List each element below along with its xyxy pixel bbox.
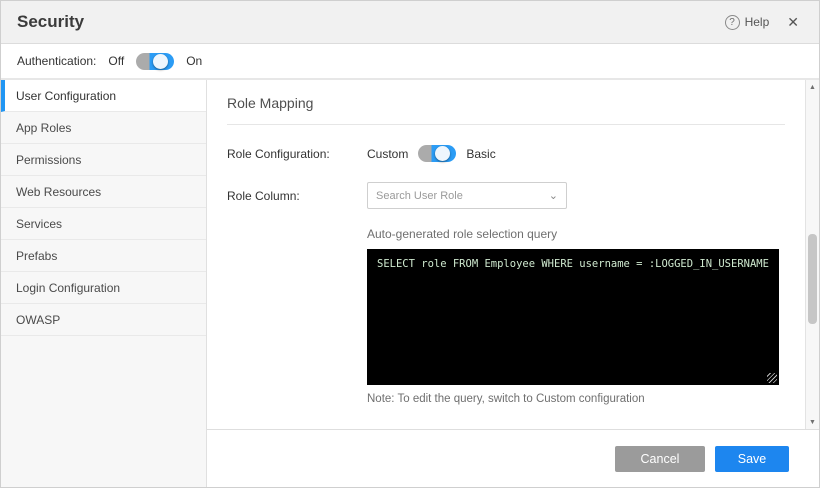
role-configuration-row: Role Configuration: Custom Basic: [227, 145, 785, 162]
scroll-down-icon[interactable]: ▼: [806, 415, 819, 429]
query-note: Note: To edit the query, switch to Custo…: [367, 393, 779, 405]
close-icon[interactable]: ✕: [783, 12, 803, 33]
sidebar-item-services[interactable]: Services: [1, 208, 206, 240]
role-column-placeholder: Search User Role: [376, 190, 549, 202]
security-dialog: Security ? Help ✕ Authentication: Off On…: [0, 0, 820, 488]
sidebar-item-web-resources[interactable]: Web Resources: [1, 176, 206, 208]
cancel-button[interactable]: Cancel: [615, 446, 705, 472]
help-icon: ?: [725, 15, 740, 30]
role-config-custom-label: Custom: [367, 147, 408, 161]
authentication-off-label: Off: [108, 54, 124, 68]
role-column-select[interactable]: Search User Role ⌄: [367, 182, 567, 209]
resize-handle-icon[interactable]: [767, 373, 777, 383]
header-actions: ? Help ✕: [725, 12, 803, 33]
sidebar-item-login-configuration[interactable]: Login Configuration: [1, 272, 206, 304]
help-button[interactable]: ? Help: [725, 15, 770, 30]
vertical-scrollbar[interactable]: ▲ ▼: [805, 80, 819, 429]
query-editor[interactable]: SELECT role FROM Employee WHERE username…: [367, 249, 779, 385]
authentication-toggle[interactable]: [136, 53, 174, 70]
scrollbar-thumb[interactable]: [808, 234, 817, 325]
help-label: Help: [745, 15, 770, 29]
role-configuration-label: Role Configuration:: [227, 147, 367, 161]
sidebar-item-owasp[interactable]: OWASP: [1, 304, 206, 336]
dialog-body: User Configuration App Roles Permissions…: [1, 80, 819, 487]
sidebar-item-prefabs[interactable]: Prefabs: [1, 240, 206, 272]
scroll-up-icon[interactable]: ▲: [806, 80, 819, 94]
authentication-on-label: On: [186, 54, 202, 68]
query-label: Auto-generated role selection query: [367, 227, 779, 241]
sidebar-item-user-configuration[interactable]: User Configuration: [1, 80, 206, 112]
role-mapping-panel: Role Mapping Role Configuration: Custom …: [207, 80, 819, 430]
sidebar: User Configuration App Roles Permissions…: [1, 80, 207, 487]
role-config-basic-label: Basic: [466, 147, 495, 161]
role-configuration-toggle[interactable]: [418, 145, 456, 162]
sidebar-item-app-roles[interactable]: App Roles: [1, 112, 206, 144]
authentication-label: Authentication:: [17, 54, 96, 68]
role-column-label: Role Column:: [227, 189, 367, 203]
role-column-control: Search User Role ⌄: [367, 182, 567, 209]
footer-actions: Cancel Save: [207, 430, 819, 487]
authentication-row: Authentication: Off On: [1, 44, 819, 80]
page-title: Security: [17, 12, 84, 32]
section-title: Role Mapping: [227, 80, 785, 125]
save-button[interactable]: Save: [715, 446, 789, 472]
sidebar-item-permissions[interactable]: Permissions: [1, 144, 206, 176]
query-block: Auto-generated role selection query SELE…: [367, 227, 779, 405]
content-area: Role Mapping Role Configuration: Custom …: [207, 80, 819, 487]
role-configuration-control: Custom Basic: [367, 145, 496, 162]
chevron-down-icon: ⌄: [549, 189, 558, 202]
dialog-header: Security ? Help ✕: [1, 1, 819, 44]
role-column-row: Role Column: Search User Role ⌄: [227, 182, 785, 209]
